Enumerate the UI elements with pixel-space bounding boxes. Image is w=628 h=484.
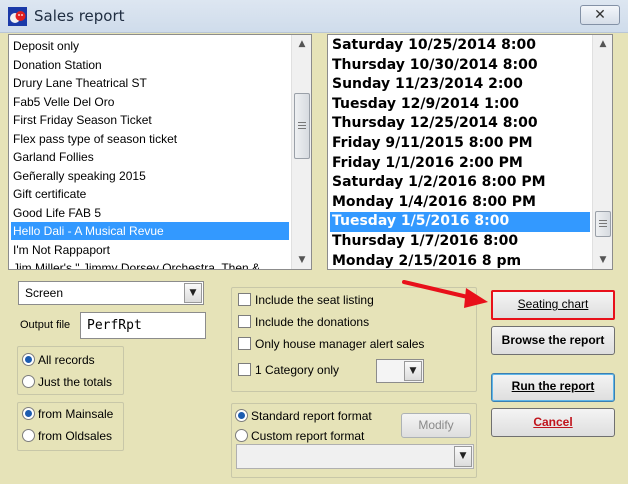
show-list-item[interactable]: Jim Miller's " Jimmy Dorsey Orchestra, T… — [11, 259, 289, 269]
chevron-down-icon[interactable]: ▼ — [184, 283, 202, 303]
chevron-down-icon[interactable]: ▼ — [404, 361, 422, 381]
radio-indicator — [22, 407, 35, 420]
show-list-item[interactable]: Garland Follies — [11, 148, 289, 166]
show-list-item[interactable]: Hello Dali - A Musical Revue — [11, 222, 289, 240]
theatre-masks-icon — [8, 7, 27, 26]
scroll-thumb[interactable] — [294, 93, 310, 159]
all-records-radio[interactable]: All records — [22, 351, 95, 369]
show-list-item[interactable]: Gift certificate — [11, 185, 289, 203]
radio-indicator — [22, 429, 35, 442]
output-destination-select[interactable]: Screen ▼ — [18, 281, 204, 305]
scroll-up-icon[interactable]: ▲ — [593, 35, 612, 53]
radio-indicator — [22, 375, 35, 388]
date-list-item[interactable]: Thursday 10/30/2014 8:00 — [330, 56, 590, 76]
run-report-button[interactable]: Run the report — [491, 373, 615, 402]
custom-format-radio[interactable]: Custom report format — [235, 427, 364, 445]
date-list-item[interactable]: Saturday 10/25/2014 8:00 — [330, 36, 590, 56]
one-category-checkbox[interactable]: 1 Category only — [238, 361, 339, 379]
alert-sales-checkbox[interactable]: Only house manager alert sales — [238, 335, 424, 353]
title-bar: Sales report ✕ — [0, 0, 628, 33]
chevron-down-icon[interactable]: ▼ — [454, 446, 472, 467]
cancel-button[interactable]: Cancel — [491, 408, 615, 437]
scroll-down-icon[interactable]: ▼ — [593, 251, 612, 269]
seating-chart-button[interactable]: Seating chart — [491, 290, 615, 320]
category-select[interactable]: ▼ — [376, 359, 424, 383]
date-list-item[interactable]: Thursday 12/25/2014 8:00 — [330, 114, 590, 134]
modify-button[interactable]: Modify — [401, 413, 471, 438]
date-list-item[interactable]: Saturday 1/2/2016 8:00 PM — [330, 173, 590, 193]
date-list-item[interactable]: Thursday 1/7/2016 8:00 — [330, 232, 590, 252]
oldsales-radio[interactable]: from Oldsales — [22, 427, 112, 445]
output-file-value: PerfRpt — [87, 318, 142, 333]
include-donations-checkbox[interactable]: Include the donations — [238, 313, 369, 331]
radio-indicator — [22, 353, 35, 366]
output-file-label: Output file — [20, 319, 71, 331]
window-title: Sales report — [34, 7, 125, 25]
date-list-scrollbar[interactable]: ▲ ▼ — [592, 35, 612, 269]
standard-format-radio[interactable]: Standard report format — [235, 407, 372, 425]
include-seat-listing-checkbox[interactable]: Include the seat listing — [238, 291, 374, 309]
performance-date-list[interactable]: Monday 2/15/2016 8 pm Thursday 1/7/2016 8… — [327, 34, 613, 270]
show-list-item[interactable]: Geñerally speaking 2015 — [11, 167, 289, 185]
just-totals-radio[interactable]: Just the totals — [22, 373, 112, 391]
mainsale-radio[interactable]: from Mainsale — [22, 405, 113, 423]
show-list-item[interactable]: Flex pass type of season ticket — [11, 130, 289, 148]
show-list[interactable]: Jim Miller's " Jimmy Dorsey Orchestra, T… — [8, 34, 312, 270]
scroll-up-icon[interactable]: ▲ — [292, 35, 311, 53]
close-button[interactable]: ✕ — [580, 5, 620, 25]
show-list-item[interactable]: First Friday Season Ticket — [11, 111, 289, 129]
show-list-scrollbar[interactable]: ▲ ▼ — [291, 35, 311, 269]
show-list-item[interactable]: Drury Lane Theatrical ST — [11, 74, 289, 92]
scroll-thumb[interactable] — [595, 211, 611, 237]
date-list-item[interactable]: Friday 9/11/2015 8:00 PM — [330, 134, 590, 154]
custom-format-select[interactable]: ▼ — [236, 444, 474, 469]
output-destination-value: Screen — [25, 286, 64, 300]
browse-report-button[interactable]: Browse the report — [491, 326, 615, 355]
show-list-item[interactable]: I'm Not Rappaport — [11, 241, 289, 259]
date-list-item[interactable]: Tuesday 1/5/2016 8:00 — [330, 212, 590, 232]
scroll-down-icon[interactable]: ▼ — [292, 251, 311, 269]
show-list-item[interactable]: Donation Station — [11, 56, 289, 74]
radio-indicator — [235, 409, 248, 422]
radio-indicator — [235, 429, 248, 442]
date-list-item[interactable]: Friday 1/1/2016 2:00 PM — [330, 154, 590, 174]
show-list-item[interactable]: Fab5 Velle Del Oro — [11, 93, 289, 111]
date-list-item[interactable]: Tuesday 12/9/2014 1:00 — [330, 95, 590, 115]
date-list-item[interactable]: Monday 1/4/2016 8:00 PM — [330, 193, 590, 213]
show-list-item[interactable]: Good Life FAB 5 — [11, 204, 289, 222]
show-list-item[interactable]: Deposit only — [11, 37, 289, 55]
date-list-item[interactable]: Monday 2/15/2016 8 pm — [330, 252, 590, 269]
close-icon: ✕ — [594, 7, 606, 23]
annotation-arrow — [402, 280, 488, 308]
date-list-item[interactable]: Sunday 11/23/2014 2:00 — [330, 75, 590, 95]
output-file-field[interactable]: PerfRpt — [80, 312, 206, 339]
